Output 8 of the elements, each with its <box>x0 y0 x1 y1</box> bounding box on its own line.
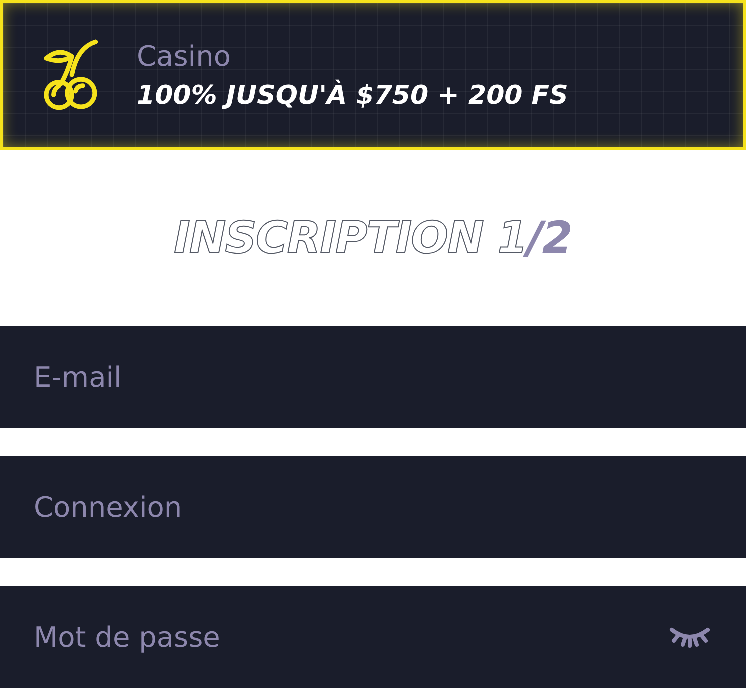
banner-category: Casino <box>137 40 232 72</box>
password-field[interactable]: Mot de passe <box>0 586 746 688</box>
banner-offer: 100% JUSQU'À $750 + 200 FS <box>137 80 568 110</box>
eye-closed-icon[interactable] <box>668 626 712 648</box>
page-title: INSCRIPTION 1/2 <box>174 212 572 264</box>
input-field[interactable]: E-mail <box>0 326 746 428</box>
input-field[interactable]: Connexion <box>0 456 746 558</box>
promo-banner[interactable]: Casino 100% JUSQU'À $750 + 200 FS <box>0 0 746 150</box>
